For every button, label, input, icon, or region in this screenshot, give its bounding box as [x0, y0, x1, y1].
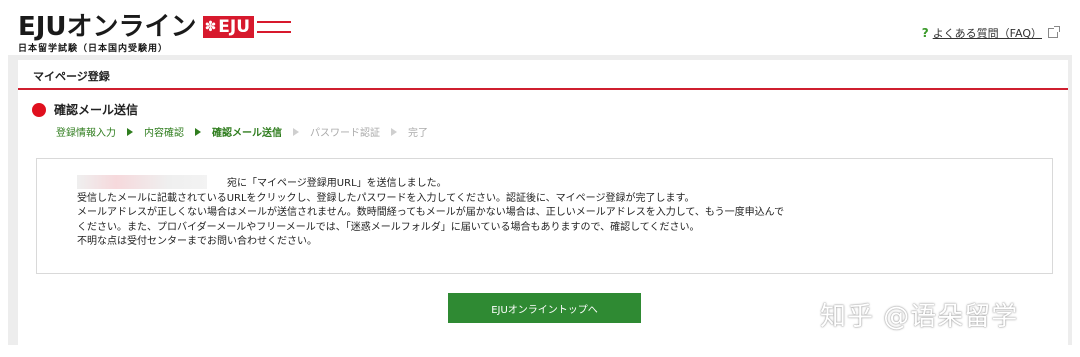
step-arrow-icon [293, 127, 299, 136]
step-complete: 完了 [408, 128, 428, 139]
faq-link-label[interactable]: よくある質問（FAQ） [933, 25, 1042, 41]
logo-badge-decoration [257, 21, 292, 33]
message-line-2: 受信したメールに記載されているURLをクリックし、登録したパスワードを入力してく… [77, 192, 695, 204]
step-confirm: 内容確認 [144, 128, 184, 139]
step-title: 確認メール送信 [54, 103, 139, 117]
message-line-1: 宛に「マイページ登録用URL」を送信しました。 [227, 178, 447, 189]
message-box: 宛に「マイページ登録用URL」を送信しました。 受信したメールに記載されているU… [36, 158, 1053, 274]
flower-icon: ✽ [204, 19, 217, 35]
step-send-mail: 確認メール送信 [212, 128, 282, 139]
logo-main: EJUオンライン ✽ EJU [18, 12, 292, 42]
progress-steps: 登録情報入力 内容確認 確認メール送信 パスワード認証 完了 [56, 124, 428, 139]
eju-badge-text: EJU [218, 17, 251, 37]
message-line-5: 不明な点は受付センターまでお問い合わせください。 [77, 236, 317, 247]
question-icon: ? [921, 26, 929, 40]
message-line: 宛に「マイページ登録用URL」を送信しました。 [77, 175, 784, 192]
masked-email [77, 175, 207, 189]
message-text: 宛に「マイページ登録用URL」を送信しました。 受信したメールに記載されているU… [77, 175, 784, 250]
step-arrow-icon [127, 127, 133, 136]
message-line-3: メールアドレスが正しくない場合はメールが送信されません。数時間経ってもメールが届… [77, 207, 785, 218]
watermark: 知乎 @语朵留学 [820, 302, 1019, 332]
step-password-auth: パスワード認証 [310, 128, 380, 139]
red-dot-icon [32, 102, 46, 117]
step-heading: 確認メール送信 [32, 101, 138, 118]
external-link-icon [1048, 26, 1060, 38]
step-arrow-icon [195, 127, 201, 136]
step-arrow-icon [391, 127, 397, 136]
panel-title-bar: マイページ登録 [18, 60, 1068, 90]
logo-text: EJUオンライン [18, 12, 197, 42]
site-header: EJUオンライン ✽ EJU 日本留学試験（日本国内受験用） ? よくある質問（… [0, 0, 1080, 55]
eju-online-top-button[interactable]: EJUオンライントップへ [448, 293, 641, 323]
faq-link[interactable]: ? よくある質問（FAQ） [921, 25, 1060, 41]
eju-online-logo[interactable]: EJUオンライン ✽ EJU 日本留学試験（日本国内受験用） [18, 12, 292, 54]
page-title: マイページ登録 [33, 70, 110, 83]
step-register-info: 登録情報入力 [56, 128, 116, 139]
message-line-4: ください。また、プロバイダーメールやフリーメールでは、「迷惑メールフォルダ」に届… [77, 221, 700, 233]
logo-subtitle: 日本留学試験（日本国内受験用） [18, 44, 169, 54]
eju-badge: ✽ EJU [202, 16, 255, 38]
